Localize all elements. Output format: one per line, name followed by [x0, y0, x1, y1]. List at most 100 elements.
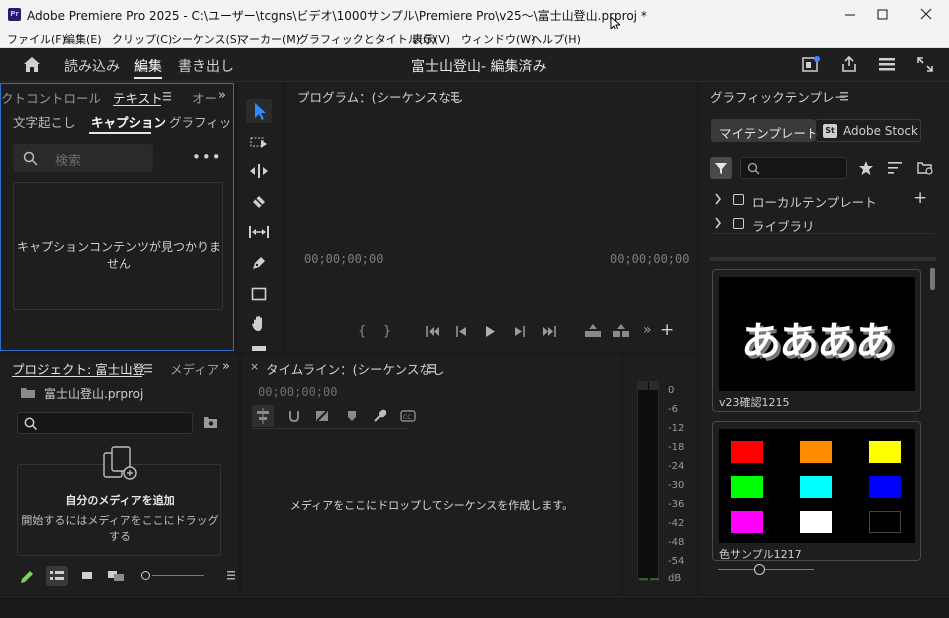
- menu-clip[interactable]: クリップ(C): [112, 31, 172, 47]
- insert-nest-icon[interactable]: [252, 405, 274, 427]
- libraries-checkbox[interactable]: [733, 218, 744, 229]
- color-swatch: [731, 441, 763, 463]
- project-file-name: 富士山登山.prproj: [44, 387, 144, 401]
- timeline-settings-wrench-icon[interactable]: [373, 409, 387, 423]
- panel-menu-icon[interactable]: [163, 92, 171, 101]
- tab-effect-controls[interactable]: クトコントロール: [1, 88, 101, 107]
- tab-import[interactable]: 読み込み: [64, 56, 120, 76]
- tab-edit[interactable]: 編集: [134, 56, 162, 76]
- go-to-out-icon[interactable]: [542, 326, 556, 337]
- hand-tool-icon[interactable]: [251, 315, 267, 332]
- pencil-icon[interactable]: [20, 570, 34, 584]
- menu-view[interactable]: 表示(V): [412, 31, 450, 47]
- zoom-slider[interactable]: [140, 571, 204, 581]
- tab-adobe-stock[interactable]: St Adobe Stock: [815, 119, 921, 142]
- chevron-right-icon[interactable]: [714, 217, 722, 229]
- more-options-icon[interactable]: •••: [192, 148, 222, 166]
- rectangle-tool-icon[interactable]: [251, 286, 267, 302]
- pen-tool-icon[interactable]: [251, 255, 267, 271]
- mark-out-icon[interactable]: }: [383, 324, 391, 339]
- slider-handle[interactable]: [141, 571, 150, 580]
- menu-sequence[interactable]: シーケンス(S): [171, 31, 241, 47]
- find-icon[interactable]: [203, 415, 218, 429]
- slider-handle[interactable]: [754, 564, 765, 575]
- captions-icon[interactable]: CC: [400, 410, 416, 422]
- tab-export[interactable]: 書き出し: [178, 56, 234, 76]
- timeline-title[interactable]: タイムライン：(シーケンスなし: [266, 359, 444, 378]
- project-search-input[interactable]: [17, 412, 193, 434]
- menu-window[interactable]: ウィンドウ(W): [461, 31, 535, 47]
- panel-menu-icon[interactable]: [144, 364, 152, 373]
- workspace-menu-icon[interactable]: [878, 56, 896, 72]
- subtab-graphics[interactable]: グラフィック: [169, 112, 233, 131]
- panel-menu-icon[interactable]: [427, 364, 435, 373]
- template-card[interactable]: ああああ v23確認1215: [712, 269, 921, 412]
- chevron-right-icon[interactable]: [714, 193, 722, 205]
- extract-icon[interactable]: [612, 324, 630, 338]
- add-marker-icon[interactable]: [347, 410, 357, 422]
- scrollbar-thumb[interactable]: [930, 268, 935, 290]
- panel-menu-icon[interactable]: [840, 92, 848, 101]
- home-icon[interactable]: [23, 56, 41, 73]
- step-back-icon[interactable]: [456, 326, 468, 337]
- menu-marker[interactable]: マーカー(M): [238, 31, 300, 47]
- subtab-transcript[interactable]: 文字起こし: [13, 112, 76, 131]
- tab-project-underline: [12, 376, 142, 377]
- type-tool-icon[interactable]: [251, 345, 267, 351]
- add-button-icon[interactable]: +: [660, 320, 674, 340]
- razor-tool-icon[interactable]: [251, 194, 267, 210]
- favorites-star-icon[interactable]: [858, 160, 874, 176]
- title-bar: Pr Adobe Premiere Pro 2025 - C:\ユーザー\tcg…: [0, 0, 949, 32]
- track-select-tool-icon[interactable]: [250, 135, 268, 149]
- menu-help[interactable]: ヘルプ(H): [531, 31, 581, 47]
- more-controls-icon[interactable]: »: [643, 322, 652, 338]
- menu-file[interactable]: ファイル(F): [7, 31, 66, 47]
- panel-menu-icon[interactable]: [451, 92, 459, 101]
- fullscreen-icon[interactable]: [916, 56, 934, 73]
- template-search-input[interactable]: [740, 157, 847, 179]
- panel-menu-icon[interactable]: [227, 571, 235, 580]
- linked-selection-icon[interactable]: [315, 409, 329, 423]
- close-tab-icon[interactable]: ×: [250, 360, 259, 373]
- subtab-captions[interactable]: キャプション: [91, 112, 166, 131]
- template-card[interactable]: 色サンプル1217: [712, 421, 921, 561]
- overflow-chevron-icon[interactable]: »: [222, 359, 230, 374]
- go-to-in-icon[interactable]: [426, 326, 440, 337]
- program-monitor-title[interactable]: プログラム：(シーケンスなし: [297, 87, 463, 106]
- mark-in-icon[interactable]: {: [358, 324, 366, 339]
- tab-my-templates[interactable]: マイテンプレート: [711, 119, 818, 142]
- selection-tool-icon[interactable]: [246, 99, 272, 123]
- tree-libraries[interactable]: ライブラリ: [710, 214, 935, 234]
- filter-icon[interactable]: [710, 157, 732, 179]
- thumbnail-size-slider[interactable]: [718, 564, 814, 576]
- maximize-button[interactable]: [862, 0, 902, 29]
- step-forward-icon[interactable]: [513, 326, 525, 337]
- freeform-view-icon[interactable]: [107, 570, 125, 582]
- tab-media-browser[interactable]: メディア: [170, 359, 219, 378]
- menu-bar: ファイル(F) 編集(E) クリップ(C) シーケンス(S) マーカー(M) グ…: [0, 29, 949, 48]
- share-icon[interactable]: [840, 55, 858, 73]
- close-button[interactable]: [906, 0, 946, 29]
- active-tab-underline: [134, 77, 162, 79]
- lift-icon[interactable]: [584, 324, 602, 338]
- local-templates-checkbox[interactable]: [733, 194, 744, 205]
- sort-list-icon[interactable]: [888, 162, 902, 174]
- quick-export-icon[interactable]: [802, 56, 820, 73]
- transport-controls: { } » +: [356, 320, 676, 341]
- overflow-chevron-icon[interactable]: »: [218, 88, 226, 103]
- timeline-timecode[interactable]: 00;00;00;00: [258, 385, 337, 399]
- new-folder-icon[interactable]: [916, 160, 933, 175]
- tab-audio[interactable]: オー: [192, 88, 217, 107]
- snap-icon[interactable]: [288, 410, 300, 422]
- add-template-icon[interactable]: +: [913, 188, 927, 208]
- play-icon[interactable]: [485, 325, 496, 338]
- tree-local-templates[interactable]: ローカルテンプレート +: [710, 188, 935, 210]
- icon-view-icon[interactable]: [81, 571, 93, 581]
- playhead-timecode[interactable]: 00;00;00;00: [304, 252, 383, 266]
- essential-graphics-title[interactable]: グラフィックテンプレー: [710, 87, 847, 106]
- list-view-icon[interactable]: [46, 566, 68, 586]
- caption-search-input[interactable]: 検索: [13, 144, 153, 172]
- menu-edit[interactable]: 編集(E): [64, 31, 102, 47]
- ripple-edit-tool-icon[interactable]: [250, 164, 268, 178]
- slip-tool-icon[interactable]: [249, 225, 269, 239]
